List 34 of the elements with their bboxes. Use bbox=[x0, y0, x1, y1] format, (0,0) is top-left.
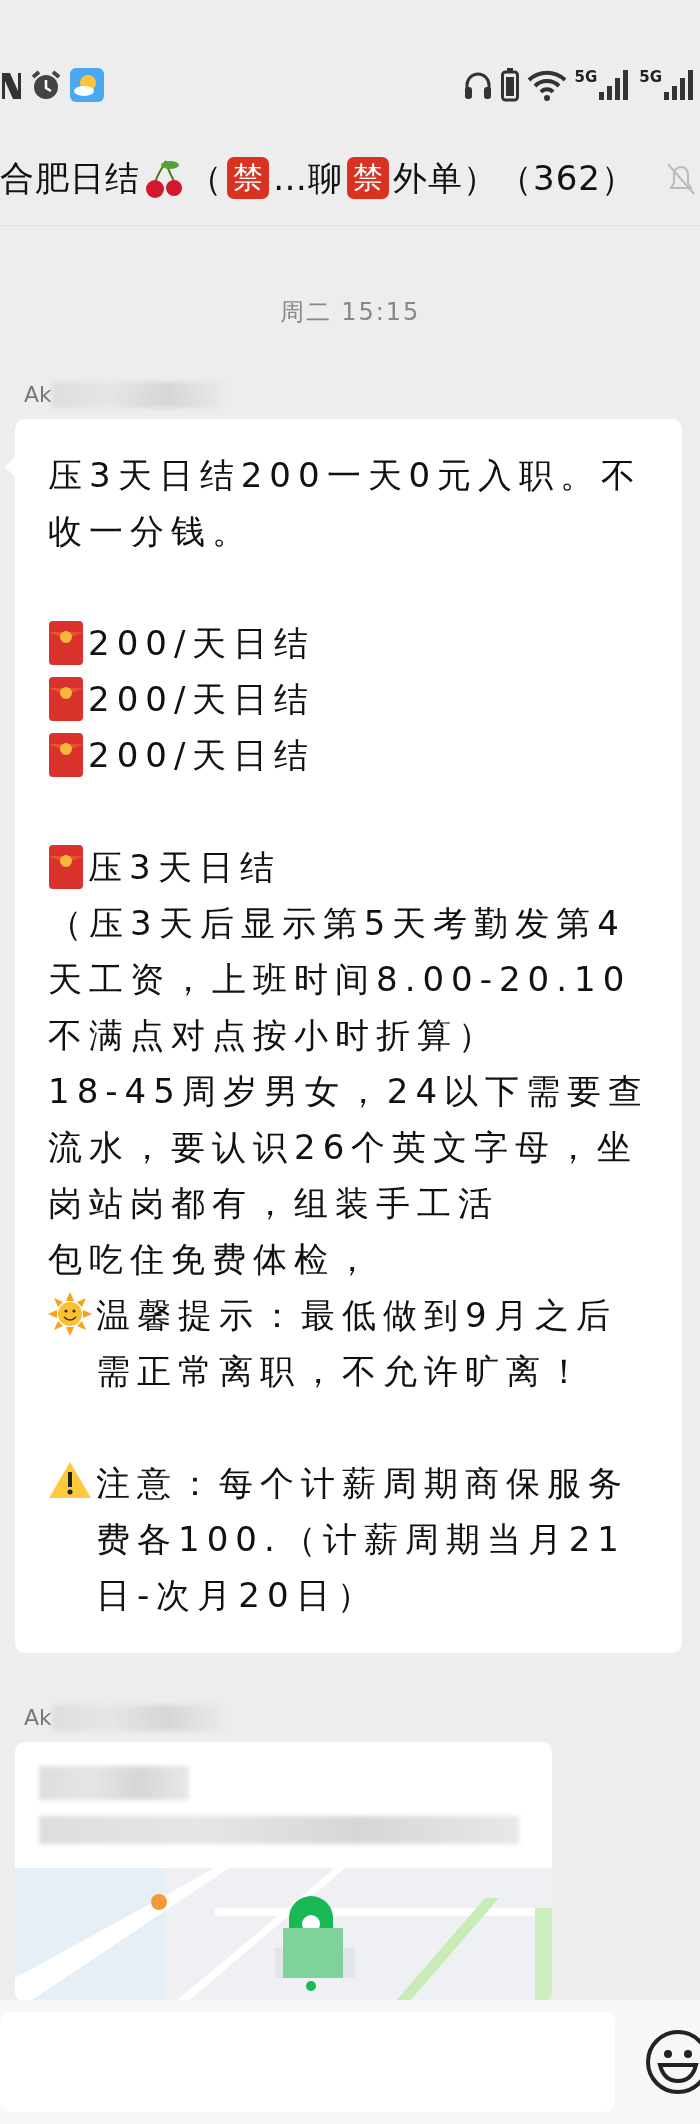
message-line: 温馨提示：最低做到9月之后需正常离职，不允许旷离！ bbox=[96, 1294, 618, 1393]
chat-title: 外单）（362） bbox=[393, 160, 636, 195]
prohibited-emoji: 禁 bbox=[227, 156, 269, 199]
network-label: 5G bbox=[639, 70, 662, 85]
envelope-icon bbox=[48, 620, 84, 666]
message-line: 注意：每个计薪周期商保服务费各100.（计薪周期当月21日-次月20日） bbox=[96, 1462, 630, 1617]
signal-icon bbox=[662, 70, 696, 100]
weather-icon bbox=[70, 68, 104, 102]
message-line: 压3天日结 bbox=[88, 846, 281, 889]
envelope-icon bbox=[48, 844, 84, 890]
message-line: 18-45周岁男女，24以下需要查流水，要认识26个英文字母，坐岗站岗都有，组装手工活 bbox=[48, 1070, 651, 1225]
message-line: 200/天日结 bbox=[88, 734, 316, 777]
network-label: 5G bbox=[574, 70, 598, 85]
sender-name: Ak bbox=[24, 381, 52, 409]
sender-name: Ak bbox=[24, 1704, 52, 1732]
chat-title: 合肥日结 bbox=[0, 160, 140, 195]
location-card[interactable] bbox=[15, 1742, 552, 2002]
wifi-icon bbox=[526, 69, 567, 101]
message-line: 包吃住免费体检， bbox=[48, 1238, 377, 1281]
smiling-sun-icon bbox=[48, 1292, 92, 1336]
envelope-icon bbox=[48, 732, 84, 778]
message-line: 压3天日结200一天0元入职。不收一分钱。 bbox=[48, 454, 644, 553]
message-line: 200/天日结 bbox=[88, 678, 316, 721]
message-line: 200/天日结 bbox=[88, 622, 316, 665]
chat-title: （ bbox=[188, 160, 223, 195]
chat-title: …聊 bbox=[273, 160, 343, 195]
prohibited-emoji: 禁 bbox=[347, 156, 389, 199]
warning-icon bbox=[48, 1460, 92, 1500]
battery-icon bbox=[500, 68, 519, 102]
envelope-icon bbox=[48, 676, 84, 722]
message-line: （压3天后显示第5天考勤发第4天工资，上班时间8.00-20.10不满点对点按小时折算） bbox=[48, 902, 633, 1057]
alarm-icon bbox=[30, 69, 62, 101]
emoji-icon bbox=[644, 2029, 700, 2095]
message-timestamp: 周二 15:15 bbox=[278, 297, 422, 328]
